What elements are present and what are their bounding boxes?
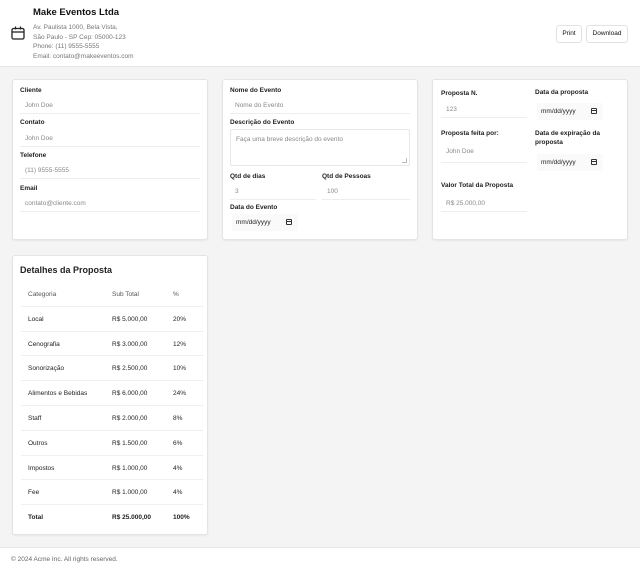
address-line-2: São Paulo - SP Cep: 05000-123: [33, 33, 126, 41]
proposta-numero-input[interactable]: 123: [441, 101, 527, 118]
telefone-input[interactable]: (11) 9555-5555: [20, 162, 200, 179]
percent-cell: 4%: [173, 464, 183, 472]
company-phone: Phone: (11) 9555-5555: [33, 43, 100, 50]
dias-label: Qtd de dias: [230, 173, 266, 180]
print-button[interactable]: Print: [556, 25, 582, 43]
calendar-picker-icon[interactable]: [591, 108, 597, 114]
table-row: Local R$ 5.000,00 20%: [21, 307, 203, 332]
subtotal-cell: R$ 1.500,00: [112, 439, 148, 447]
subtotal-cell: R$ 2.500,00: [112, 365, 148, 373]
data-proposta-label: Data da proposta: [535, 89, 589, 96]
dias-input[interactable]: 3: [230, 183, 316, 200]
event-card: Nome do Evento Nome do Evento Descrição …: [222, 79, 418, 240]
descricao-textarea[interactable]: Faça uma breve descrição do evento: [230, 129, 410, 166]
copyright-text: © 2024 Acme Inc. All rights reserved.: [11, 556, 118, 563]
valor-total-label: Valor Total da Proposta: [441, 182, 514, 189]
client-card: Cliente John Doe Contato John Doe Telefo…: [12, 79, 208, 240]
page-footer: © 2024 Acme Inc. All rights reserved.: [0, 547, 640, 572]
email-input[interactable]: contato@cliente.com: [20, 195, 200, 212]
descricao-placeholder: Faça uma breve descrição do evento: [236, 136, 343, 143]
data-evento-input[interactable]: mm/dd/yyyy: [232, 214, 298, 231]
pessoas-input[interactable]: 100: [322, 183, 410, 200]
company-name: Make Eventos Ltda: [33, 7, 120, 18]
proposta-feita-input[interactable]: John Doe: [441, 141, 527, 163]
table-row: Sonorização R$ 2.500,00 10%: [21, 356, 203, 382]
percent-cell: 20%: [173, 315, 187, 323]
table-row: Staff R$ 2.000,00 8%: [21, 406, 203, 431]
percent-cell: 6%: [173, 439, 183, 447]
page-header: Make Eventos Ltda Av. Paulista 1000, Bel…: [0, 0, 640, 67]
subtotal-cell: R$ 5.000,00: [112, 315, 148, 323]
nome-evento-input[interactable]: Nome do Evento: [230, 97, 410, 114]
expiracao-value: mm/dd/yyyy: [541, 159, 576, 166]
contato-label: Contato: [20, 119, 45, 126]
expiracao-label-line-1: Data de expiração da: [535, 130, 601, 137]
resize-handle-icon[interactable]: [402, 158, 407, 163]
company-info: Make Eventos Ltda Av. Paulista 1000, Bel…: [33, 7, 134, 61]
subtotal-cell: R$ 6.000,00: [112, 390, 148, 398]
category-cell: Cenografia: [28, 340, 60, 348]
download-button[interactable]: Download: [586, 25, 628, 43]
table-row: Fee R$ 1.000,00 4%: [21, 480, 203, 506]
expiracao-label-line-2: proposta: [535, 139, 563, 146]
subtotal-cell: R$ 3.000,00: [112, 340, 148, 348]
total-value-cell: R$ 25.000,00: [112, 514, 152, 522]
data-proposta-input[interactable]: mm/dd/yyyy: [537, 103, 603, 120]
calendar-picker-icon[interactable]: [591, 159, 597, 165]
calendar-icon: [11, 26, 25, 40]
email-label: Email: [20, 185, 38, 192]
telefone-label: Telefone: [20, 152, 47, 159]
proposal-card: Proposta N. 123 Data da proposta mm/dd/y…: [432, 79, 628, 240]
cliente-label: Cliente: [20, 87, 42, 94]
table-row: Impostos R$ 1.000,00 4%: [21, 456, 203, 481]
category-cell: Local: [28, 315, 44, 323]
percent-cell: 24%: [173, 390, 187, 398]
proposta-numero-label: Proposta N.: [441, 90, 478, 97]
calendar-picker-icon[interactable]: [286, 219, 292, 225]
main-content: Cliente John Doe Contato John Doe Telefo…: [0, 67, 640, 547]
category-cell: Alimentos e Bebidas: [28, 390, 88, 398]
company-email: Email: contato@makeeventos.com: [33, 52, 134, 60]
table-row: Alimentos e Bebidas R$ 6.000,00 24%: [21, 381, 203, 406]
address-line-1: Av. Paulista 1000, Bela Vista,: [33, 24, 118, 31]
expiracao-label: Data de expiração da proposta: [535, 129, 600, 147]
contato-input[interactable]: John Doe: [20, 130, 200, 147]
percent-cell: 8%: [173, 414, 183, 422]
total-label-cell: Total: [28, 514, 44, 522]
category-cell: Outros: [28, 439, 48, 447]
total-percent-cell: 100%: [173, 514, 190, 522]
category-cell: Impostos: [28, 464, 55, 472]
percent-cell: 10%: [173, 365, 187, 373]
details-card: Detalhes da Proposta Categoria Sub Total…: [12, 255, 208, 535]
category-cell: Sonorização: [28, 365, 65, 373]
descricao-label: Descrição do Evento: [230, 119, 295, 126]
nome-evento-label: Nome do Evento: [230, 87, 282, 94]
percent-cell: 4%: [173, 489, 183, 497]
subtotal-cell: R$ 1.000,00: [112, 464, 148, 472]
category-cell: Fee: [28, 489, 40, 497]
data-evento-value: mm/dd/yyyy: [236, 219, 271, 226]
company-address: Av. Paulista 1000, Bela Vista, São Paulo…: [33, 23, 134, 61]
table-row: Cenografia R$ 3.000,00 12%: [21, 332, 203, 357]
subtotal-cell: R$ 1.000,00: [112, 489, 148, 497]
proposta-feita-label: Proposta feita por:: [441, 130, 499, 137]
pessoas-label: Qtd de Pessoas: [322, 173, 371, 180]
expiracao-input[interactable]: mm/dd/yyyy: [537, 154, 603, 171]
table-header-row: Categoria Sub Total %: [21, 282, 203, 307]
category-cell: Staff: [28, 414, 42, 422]
data-evento-label: Data do Evento: [230, 204, 278, 211]
data-proposta-value: mm/dd/yyyy: [541, 108, 576, 115]
details-table: Categoria Sub Total % Local R$ 5.000,00 …: [21, 282, 203, 530]
percent-cell: 12%: [173, 340, 187, 348]
column-header: Sub Total: [112, 291, 139, 298]
valor-total-input[interactable]: R$ 25.000,00: [441, 195, 527, 212]
table-total-row: Total R$ 25.000,00 100%: [21, 505, 203, 530]
column-header: %: [173, 291, 179, 298]
subtotal-cell: R$ 2.000,00: [112, 414, 148, 422]
cliente-input[interactable]: John Doe: [20, 97, 200, 114]
column-header: Categoria: [28, 291, 57, 298]
table-row: Outros R$ 1.500,00 6%: [21, 431, 203, 456]
details-title: Detalhes da Proposta: [20, 265, 113, 275]
